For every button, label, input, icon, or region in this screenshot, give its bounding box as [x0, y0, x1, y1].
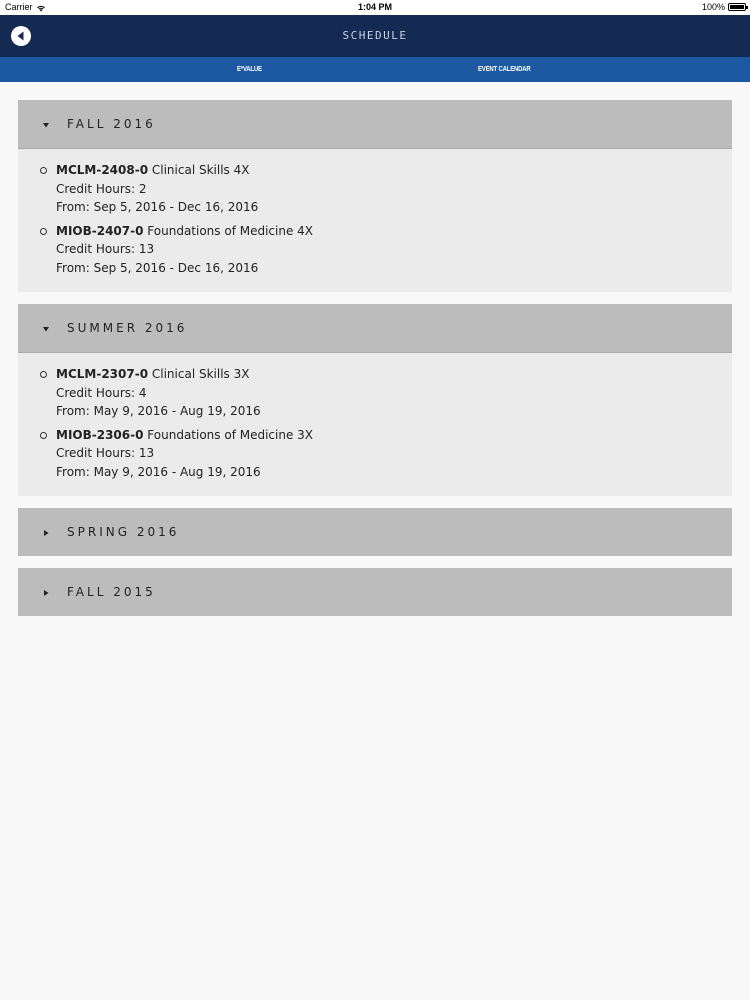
term-header-summer-2016[interactable]: SUMMER 2016 — [18, 304, 732, 352]
course-code: MCLM-2408-0 — [56, 163, 149, 177]
course-credit-hours: Credit Hours: 13 — [56, 242, 155, 256]
term-title: SPRING 2016 — [67, 525, 180, 539]
course-item: MIOB-2407-0 Foundations of Medicine 4X C… — [18, 222, 732, 278]
schedule-accordion: FALL 2016 MCLM-2408-0 Clinical Skills 4X… — [18, 100, 732, 628]
battery-icon — [728, 3, 748, 11]
page-title: SCHEDULE — [342, 29, 408, 42]
caret-down-icon — [43, 123, 49, 128]
course-name: Clinical Skills 3X — [151, 367, 250, 381]
course-item: MIOB-2306-0 Foundations of Medicine 3X C… — [18, 426, 732, 482]
course-dates: From: Sep 5, 2016 - Dec 16, 2016 — [56, 200, 259, 214]
term-body: MCLM-2408-0 Clinical Skills 4X Credit Ho… — [18, 148, 732, 292]
caret-right-icon — [44, 530, 49, 536]
bullet-icon — [40, 371, 47, 378]
course-item: MCLM-2307-0 Clinical Skills 3X Credit Ho… — [18, 365, 732, 421]
term-section: FALL 2015 — [18, 568, 732, 616]
term-title: FALL 2015 — [67, 585, 156, 599]
term-section: SUMMER 2016 MCLM-2307-0 Clinical Skills … — [18, 304, 732, 496]
course-name: Foundations of Medicine 3X — [147, 427, 314, 442]
term-header-fall-2016[interactable]: FALL 2016 — [18, 100, 732, 148]
term-title: SUMMER 2016 — [67, 321, 188, 335]
term-title: FALL 2016 — [67, 117, 156, 131]
tab-bar: E*VALUE EVENT CALENDAR — [0, 57, 750, 82]
navigation-bar: SCHEDULE — [0, 15, 750, 57]
course-code: MCLM-2307-0 — [56, 367, 149, 381]
course-item: MCLM-2408-0 Clinical Skills 4X Credit Ho… — [18, 161, 732, 217]
course-dates: From: May 9, 2016 - Aug 19, 2016 — [56, 404, 261, 418]
caret-right-icon — [44, 590, 49, 596]
tab-event-calendar[interactable]: EVENT CALENDAR — [478, 66, 531, 73]
term-header-spring-2016[interactable]: SPRING 2016 — [18, 508, 732, 556]
course-credit-hours: Credit Hours: 2 — [56, 181, 147, 196]
term-section: SPRING 2016 — [18, 508, 732, 556]
course-dates: From: May 9, 2016 - Aug 19, 2016 — [56, 464, 261, 479]
bullet-icon — [40, 227, 47, 235]
course-name: Clinical Skills 4X — [151, 163, 250, 177]
term-section: FALL 2016 MCLM-2408-0 Clinical Skills 4X… — [18, 100, 732, 292]
caret-down-icon — [43, 327, 49, 332]
course-credit-hours: Credit Hours: 4 — [56, 385, 147, 400]
bullet-icon — [40, 167, 47, 174]
course-code: MIOB-2306-0 — [56, 427, 144, 442]
course-dates: From: Sep 5, 2016 - Dec 16, 2016 — [56, 260, 259, 275]
course-name: Foundations of Medicine 4X — [147, 223, 314, 238]
course-credit-hours: Credit Hours: 13 — [56, 446, 155, 460]
tab-evalue[interactable]: E*VALUE — [237, 66, 262, 73]
bullet-icon — [40, 431, 47, 439]
term-body: MCLM-2307-0 Clinical Skills 3X Credit Ho… — [18, 352, 732, 496]
term-header-fall-2015[interactable]: FALL 2015 — [18, 568, 732, 616]
status-bar: Carrier 1:04 PM 100% — [0, 0, 750, 15]
status-time: 1:04 PM — [357, 2, 392, 12]
course-code: MIOB-2407-0 — [56, 223, 144, 238]
battery-indicator: 100% — [701, 2, 748, 12]
battery-percent: 100% — [701, 2, 725, 12]
